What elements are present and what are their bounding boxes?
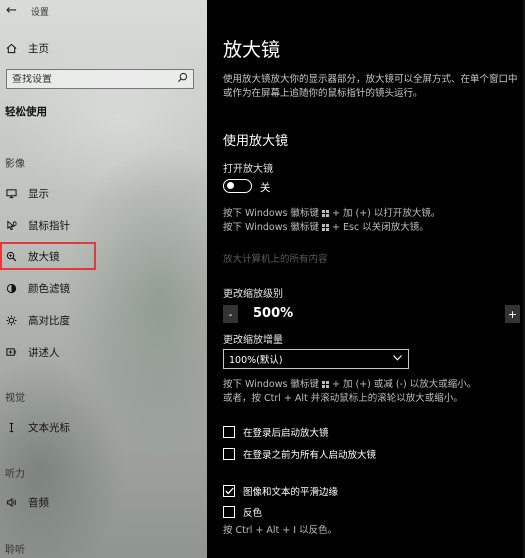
checkbox-invert-colors[interactable]: 反色 xyxy=(223,505,262,519)
narrator-icon xyxy=(4,345,18,359)
sidebar-item-text-cursor[interactable]: 文本光标 xyxy=(0,414,207,440)
zoom-increment-dropdown[interactable]: 100%(默认) xyxy=(223,349,409,369)
zoom-hint-2: 或者，按 Ctrl + Alt 并滚动鼠标上的滚轮以放大或缩小。 xyxy=(223,393,463,404)
selection-highlight xyxy=(0,242,96,270)
hint-open-suffix: + 加 (+) 以打开放大镜。 xyxy=(332,208,441,219)
hint-close-suffix: + Esc 以关闭放大镜。 xyxy=(332,222,429,233)
checkbox-box[interactable] xyxy=(223,448,235,460)
toggle-label: 打开放大镜 xyxy=(223,164,273,175)
search-icon[interactable] xyxy=(177,72,188,86)
windows-key-icon xyxy=(321,224,329,231)
sidebar-item-mouse-pointer[interactable]: 鼠标指针 xyxy=(0,212,207,238)
sidebar-item-high-contrast[interactable]: 高对比度 xyxy=(0,307,207,333)
page-title: 放大镜 xyxy=(223,39,281,61)
section-label-vision: 影像 xyxy=(5,159,25,170)
main-panel: 放大镜 使用放大镜放大你的显示器部分，放大镜可以全屏方式、在单个窗口中或作为在屏… xyxy=(207,0,525,558)
speaker-icon xyxy=(4,495,18,509)
section-label-visual: 视觉 xyxy=(5,393,25,404)
section-label-listening: 聆听 xyxy=(5,545,25,556)
sidebar-item-label: 鼠标指针 xyxy=(28,219,70,232)
zoom-everything-disabled: 放大计算机上的所有内容 xyxy=(223,254,328,265)
zoom-level-label: 更改缩放级别 xyxy=(223,289,283,300)
toggle-state: 关 xyxy=(260,182,271,194)
sidebar-item-label: 颜色滤镜 xyxy=(28,282,70,295)
dropdown-value: 100%(默认) xyxy=(229,355,283,366)
back-arrow-icon[interactable]: ← xyxy=(6,4,17,18)
toggle-knob xyxy=(227,182,234,189)
zoom-hint-prefix: 按下 Windows 徽标键 xyxy=(223,379,319,390)
monitor-icon xyxy=(4,186,18,200)
category-title: 轻松使用 xyxy=(5,106,47,118)
sidebar-item-label: 显示 xyxy=(28,187,49,200)
checkbox-box[interactable] xyxy=(223,485,235,497)
section-label-hearing: 听力 xyxy=(5,469,25,480)
checkbox-box[interactable] xyxy=(223,426,235,438)
checkbox-start-after-signin[interactable]: 在登录后启动放大镜 xyxy=(223,425,329,439)
checkbox-box[interactable] xyxy=(223,506,235,518)
zoom-in-button[interactable]: + xyxy=(505,305,520,323)
pointer-icon xyxy=(4,218,18,232)
chevron-down-icon xyxy=(393,354,402,364)
window-title: 设置 xyxy=(30,7,49,18)
checkbox-label: 在登录后启动放大镜 xyxy=(243,428,329,439)
sidebar-item-narrator[interactable]: 讲述人 xyxy=(0,339,207,365)
color-filter-icon xyxy=(4,281,18,295)
windows-key-icon xyxy=(321,210,329,217)
checkmark-icon xyxy=(224,487,234,495)
zoom-out-button[interactable]: - xyxy=(223,305,238,323)
sidebar-item-label: 讲述人 xyxy=(28,346,60,359)
checkbox-label: 图像和文本的平滑边缘 xyxy=(243,487,339,498)
zoom-hint-suffix: + 加 (+) 或减 (-) 以放大或缩小。 xyxy=(332,379,477,390)
zoom-hint-1: 按下 Windows 徽标键 + 加 (+) 或减 (-) 以放大或缩小。 xyxy=(223,378,476,392)
sidebar-item-label: 音频 xyxy=(28,496,49,509)
sidebar-item-display[interactable]: 显示 xyxy=(0,180,207,206)
sidebar-item-label: 主页 xyxy=(28,42,49,55)
search-input[interactable] xyxy=(12,73,162,85)
zoom-increment-label: 更改缩放增量 xyxy=(223,335,283,346)
sidebar: ← 设置 主页 轻松使用 影像 显示 鼠标指针 放大镜 xyxy=(0,0,207,558)
hint-open-prefix: 按下 Windows 徽标键 xyxy=(223,208,319,219)
windows-key-icon xyxy=(321,381,329,388)
sidebar-item-label: 高对比度 xyxy=(28,314,70,327)
search-input-box[interactable] xyxy=(6,69,194,89)
section-title: 使用放大镜 xyxy=(223,134,289,149)
checkbox-label: 反色 xyxy=(243,508,263,519)
hint-close: 按下 Windows 徽标键 + Esc 以关闭放大镜。 xyxy=(223,221,429,235)
contrast-icon xyxy=(4,313,18,327)
text-cursor-icon xyxy=(4,420,18,434)
checkbox-label: 在登录之前为所有人启动放大镜 xyxy=(243,450,377,461)
sidebar-item-label: 文本光标 xyxy=(28,421,70,434)
sidebar-item-home[interactable]: 主页 xyxy=(0,35,207,61)
magnifier-toggle[interactable] xyxy=(223,179,252,193)
zoom-level-value: 500% xyxy=(253,306,294,321)
sidebar-item-audio[interactable]: 音频 xyxy=(0,489,207,515)
page-description: 使用放大镜放大你的显示器部分，放大镜可以全屏方式、在单个窗口中或作为在屏幕上追随… xyxy=(223,74,518,99)
checkbox-smooth-edges[interactable]: 图像和文本的平滑边缘 xyxy=(223,484,338,498)
invert-hint: 按 Ctrl + Alt + I 以反色。 xyxy=(223,525,338,536)
hint-open: 按下 Windows 徽标键 + 加 (+) 以打开放大镜。 xyxy=(223,207,440,221)
home-icon xyxy=(4,41,18,55)
hint-close-prefix: 按下 Windows 徽标键 xyxy=(223,222,319,233)
title-bar: ← 设置 xyxy=(6,4,49,18)
sidebar-item-color-filters[interactable]: 颜色滤镜 xyxy=(0,275,207,301)
checkbox-start-before-signin[interactable]: 在登录之前为所有人启动放大镜 xyxy=(223,447,376,461)
